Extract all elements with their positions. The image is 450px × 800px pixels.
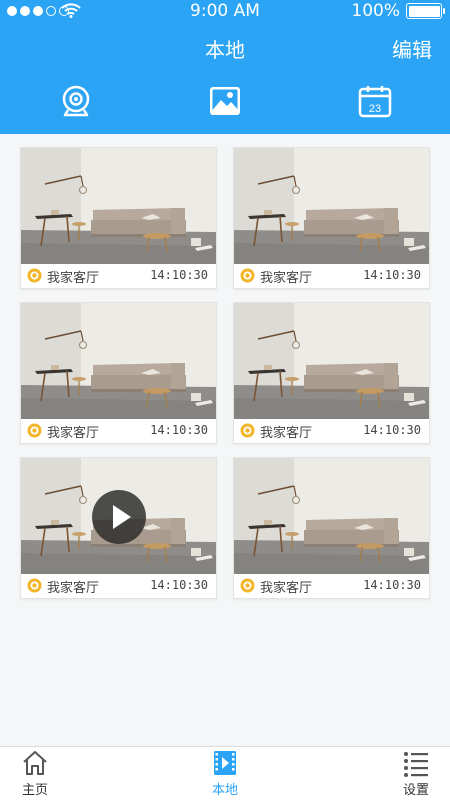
video-label: 我家客厅: [47, 581, 100, 596]
camera-badge-icon: [240, 268, 255, 283]
video-time: 14:10:30: [150, 423, 208, 437]
video-caption: 我家客厅 14:10:30: [234, 264, 429, 288]
video-label: 我家客厅: [260, 271, 313, 286]
video-time: 14:10:30: [363, 423, 421, 437]
status-bar: 9:00 AM 100%: [0, 0, 450, 22]
video-card[interactable]: 我家客厅 14:10:30: [233, 302, 430, 444]
video-label: 我家客厅: [260, 426, 313, 441]
video-card[interactable]: 我家客厅 14:10:30: [20, 147, 217, 289]
battery-percent: 100%: [351, 1, 400, 21]
video-caption: 我家客厅 14:10:30: [21, 419, 216, 443]
camera-badge-icon: [27, 268, 42, 283]
camera-badge-icon: [27, 578, 42, 593]
nav-home[interactable]: 主页: [5, 749, 65, 799]
nav-local[interactable]: 本地: [195, 749, 255, 799]
bottom-nav: 主页 本地 设置: [0, 746, 450, 800]
video-thumbnail[interactable]: [234, 148, 429, 264]
video-time: 14:10:30: [363, 578, 421, 592]
video-caption: 我家客厅 14:10:30: [234, 574, 429, 598]
video-time: 14:10:30: [363, 268, 421, 282]
video-caption: 我家客厅 14:10:30: [234, 419, 429, 443]
video-time: 14:10:30: [150, 578, 208, 592]
list-icon: [404, 752, 428, 777]
video-label: 我家客厅: [47, 426, 100, 441]
nav-settings-label: 设置: [402, 783, 429, 798]
page-title: 本地: [205, 38, 245, 62]
video-card[interactable]: 我家客厅 14:10:30: [20, 457, 217, 599]
nav-home-label: 主页: [21, 783, 48, 798]
edit-button[interactable]: 编辑: [392, 34, 432, 63]
tab-camera-icon[interactable]: [59, 84, 93, 118]
camera-badge-icon: [27, 423, 42, 438]
video-label: 我家客厅: [47, 271, 100, 286]
video-caption: 我家客厅 14:10:30: [21, 264, 216, 288]
battery-icon: [406, 3, 445, 19]
home-icon: [23, 751, 47, 775]
video-thumbnail[interactable]: [234, 458, 429, 574]
video-card[interactable]: 我家客厅 14:10:30: [233, 147, 430, 289]
video-card[interactable]: 我家客厅 14:10:30: [20, 302, 217, 444]
play-icon[interactable]: [92, 490, 146, 544]
tab-calendar-icon[interactable]: 23: [358, 84, 392, 118]
camera-badge-icon: [240, 423, 255, 438]
app-header: 9:00 AM 100% 本地 编辑 23: [0, 0, 450, 134]
video-time: 14:10:30: [150, 268, 208, 282]
video-thumbnail[interactable]: [21, 148, 216, 264]
video-caption: 我家客厅 14:10:30: [21, 574, 216, 598]
video-thumbnail[interactable]: [21, 303, 216, 419]
nav-local-label: 本地: [211, 783, 238, 798]
camera-badge-icon: [240, 578, 255, 593]
video-label: 我家客厅: [260, 581, 313, 596]
tab-image-icon[interactable]: [208, 84, 242, 118]
video-thumbnail[interactable]: [234, 303, 429, 419]
film-icon: [214, 751, 236, 775]
calendar-day: 23: [369, 103, 381, 115]
nav-settings[interactable]: 设置: [386, 749, 446, 799]
video-card[interactable]: 我家客厅 14:10:30: [233, 457, 430, 599]
